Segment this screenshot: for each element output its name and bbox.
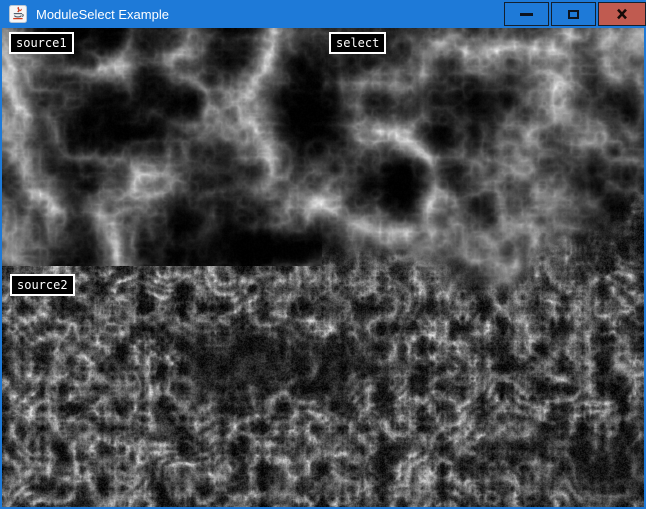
maximize-icon xyxy=(568,10,579,19)
maximize-button[interactable] xyxy=(551,2,596,26)
titlebar[interactable]: ModuleSelect Example xyxy=(0,0,646,28)
select-noise-canvas xyxy=(322,28,644,507)
source1-label: source1 xyxy=(9,32,74,54)
source2-noise-canvas xyxy=(2,266,322,507)
window: ModuleSelect Example source1 select sour… xyxy=(0,0,646,509)
java-coffee-cup-icon[interactable] xyxy=(9,5,27,23)
source2-label: source2 xyxy=(10,274,75,296)
close-icon xyxy=(616,8,628,20)
noise-render-area: source1 select source2 xyxy=(2,28,644,507)
source1-noise-canvas xyxy=(2,28,322,266)
select-label: select xyxy=(329,32,386,54)
minimize-button[interactable] xyxy=(504,2,549,26)
minimize-icon xyxy=(520,13,533,16)
window-controls xyxy=(502,2,646,26)
close-button[interactable] xyxy=(598,2,646,26)
